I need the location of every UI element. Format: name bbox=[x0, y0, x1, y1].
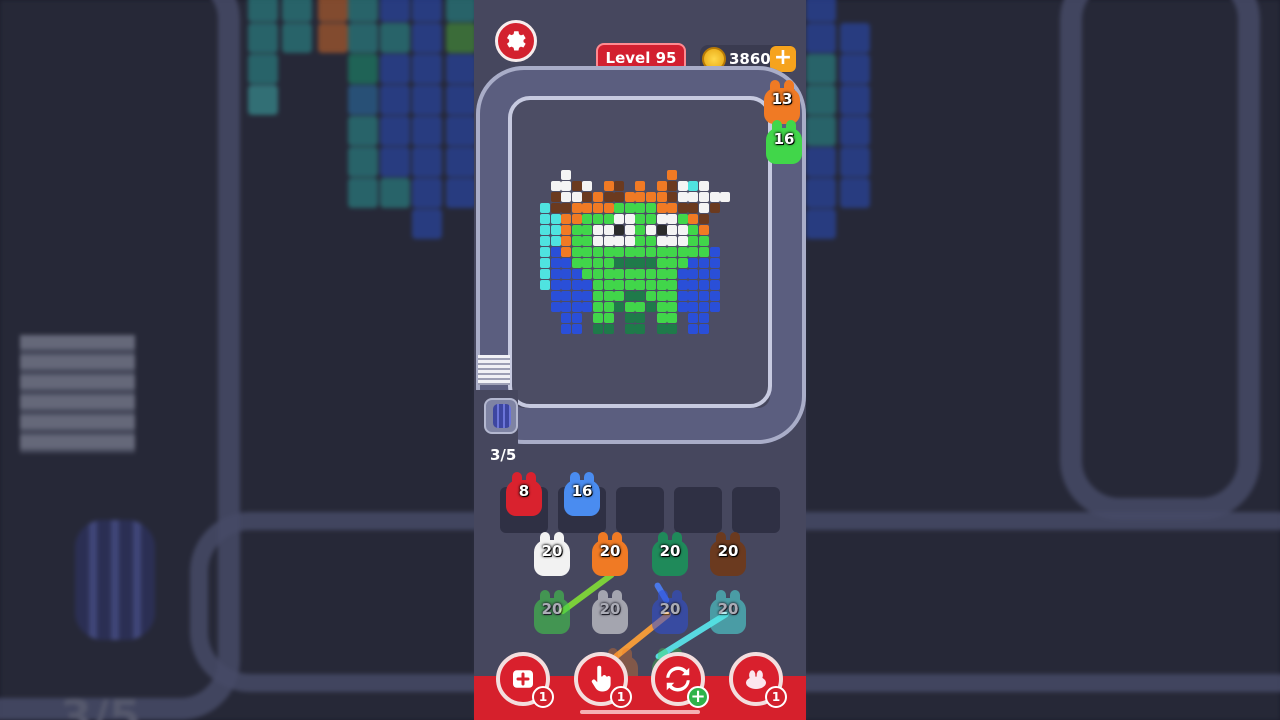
conveyor-critter: 16 bbox=[764, 120, 804, 166]
bg-block bbox=[840, 85, 870, 115]
shuffle-booster[interactable]: + bbox=[651, 652, 709, 708]
bg-block bbox=[248, 0, 278, 22]
bg-block bbox=[806, 209, 836, 239]
critter[interactable]: 8 bbox=[504, 472, 544, 518]
bg-block bbox=[248, 85, 278, 115]
critter-count: 20 bbox=[717, 542, 739, 560]
conveyor-gate bbox=[478, 355, 510, 385]
bg-block bbox=[412, 85, 442, 115]
bg-block bbox=[446, 147, 476, 177]
critter[interactable]: 20 bbox=[708, 532, 748, 578]
critter[interactable]: 20 bbox=[708, 590, 748, 636]
bg-block bbox=[380, 85, 410, 115]
bg-block bbox=[412, 209, 442, 239]
booster-count-badge: 1 bbox=[765, 686, 787, 708]
bg-rail bbox=[1060, 0, 1260, 520]
bg-spool bbox=[75, 520, 155, 640]
bg-block bbox=[348, 85, 378, 115]
pick-booster[interactable]: 1 bbox=[574, 652, 632, 708]
yarn-spool-icon bbox=[484, 398, 518, 434]
bg-block bbox=[446, 0, 476, 22]
bg-block bbox=[282, 23, 312, 53]
bg-block bbox=[806, 85, 836, 115]
bg-block bbox=[348, 147, 378, 177]
critter-count: 20 bbox=[659, 600, 681, 618]
bg-block bbox=[412, 0, 442, 22]
holding-slot bbox=[732, 487, 780, 533]
bg-block bbox=[840, 54, 870, 84]
bg-block bbox=[806, 54, 836, 84]
critter-count: 20 bbox=[541, 600, 563, 618]
critter-count: 13 bbox=[771, 90, 793, 108]
bg-block bbox=[318, 0, 348, 22]
settings-button[interactable] bbox=[495, 20, 537, 62]
bg-block bbox=[806, 178, 836, 208]
bg-block bbox=[840, 23, 870, 53]
bg-block bbox=[446, 85, 476, 115]
bg-block bbox=[348, 178, 378, 208]
bg-block bbox=[446, 178, 476, 208]
critter[interactable]: 20 bbox=[590, 532, 630, 578]
bg-block bbox=[806, 23, 836, 53]
bg-block bbox=[412, 23, 442, 53]
critter-count: 20 bbox=[599, 600, 621, 618]
bg-block bbox=[380, 0, 410, 22]
holding-slot bbox=[674, 487, 722, 533]
holding-slot bbox=[616, 487, 664, 533]
bg-block bbox=[348, 116, 378, 146]
conveyor-track-inner-outline bbox=[508, 96, 772, 408]
bg-block bbox=[348, 54, 378, 84]
booster-add-badge: + bbox=[687, 686, 709, 708]
critter-count: 8 bbox=[518, 482, 530, 500]
game-screen: 3/5 Level 95 3860 + 13 16 3/5 8 16 20 20… bbox=[0, 0, 1280, 720]
bg-block bbox=[348, 23, 378, 53]
bg-block bbox=[348, 0, 378, 22]
bg-block bbox=[806, 147, 836, 177]
booster-count-badge: 1 bbox=[532, 686, 554, 708]
critter-count: 16 bbox=[773, 130, 795, 148]
bg-block bbox=[380, 178, 410, 208]
critter-count: 20 bbox=[659, 542, 681, 560]
bg-block bbox=[412, 116, 442, 146]
critter[interactable]: 20 bbox=[650, 532, 690, 578]
bg-block bbox=[806, 116, 836, 146]
bg-block bbox=[412, 178, 442, 208]
bg-block bbox=[380, 147, 410, 177]
booster-count-badge: 1 bbox=[610, 686, 632, 708]
magnet-booster[interactable]: 1 bbox=[729, 652, 787, 708]
bg-block bbox=[412, 54, 442, 84]
bg-block bbox=[380, 116, 410, 146]
bg-block bbox=[446, 116, 476, 146]
critter-count: 20 bbox=[541, 542, 563, 560]
bg-block bbox=[248, 23, 278, 53]
bg-block bbox=[380, 54, 410, 84]
bg-block bbox=[446, 23, 476, 53]
home-indicator bbox=[580, 710, 700, 714]
critter[interactable]: 20 bbox=[532, 590, 572, 636]
bg-block bbox=[380, 23, 410, 53]
bg-block bbox=[318, 23, 348, 53]
add-slot-booster[interactable]: 1 bbox=[496, 652, 554, 708]
bg-stripe-gate bbox=[20, 335, 135, 453]
critter[interactable]: 16 bbox=[562, 472, 602, 518]
bg-block bbox=[840, 178, 870, 208]
bg-block bbox=[412, 147, 442, 177]
critter-count: 20 bbox=[717, 600, 739, 618]
game-viewport: Level 95 3860 + 13 16 3/5 8 16 20 20 20 20 20… bbox=[474, 0, 806, 720]
bg-block bbox=[840, 116, 870, 146]
critter-count: 16 bbox=[571, 482, 593, 500]
bg-counter-text: 3/5 bbox=[60, 690, 141, 720]
bg-block bbox=[446, 54, 476, 84]
critter[interactable]: 20 bbox=[650, 590, 690, 636]
critter[interactable]: 20 bbox=[532, 532, 572, 578]
critter-count: 20 bbox=[599, 542, 621, 560]
bg-block bbox=[248, 54, 278, 84]
bg-block bbox=[840, 147, 870, 177]
gear-icon bbox=[507, 31, 526, 51]
bg-block bbox=[806, 0, 836, 22]
bg-block bbox=[282, 0, 312, 22]
slot-counter: 3/5 bbox=[490, 446, 517, 464]
critter[interactable]: 20 bbox=[590, 590, 630, 636]
